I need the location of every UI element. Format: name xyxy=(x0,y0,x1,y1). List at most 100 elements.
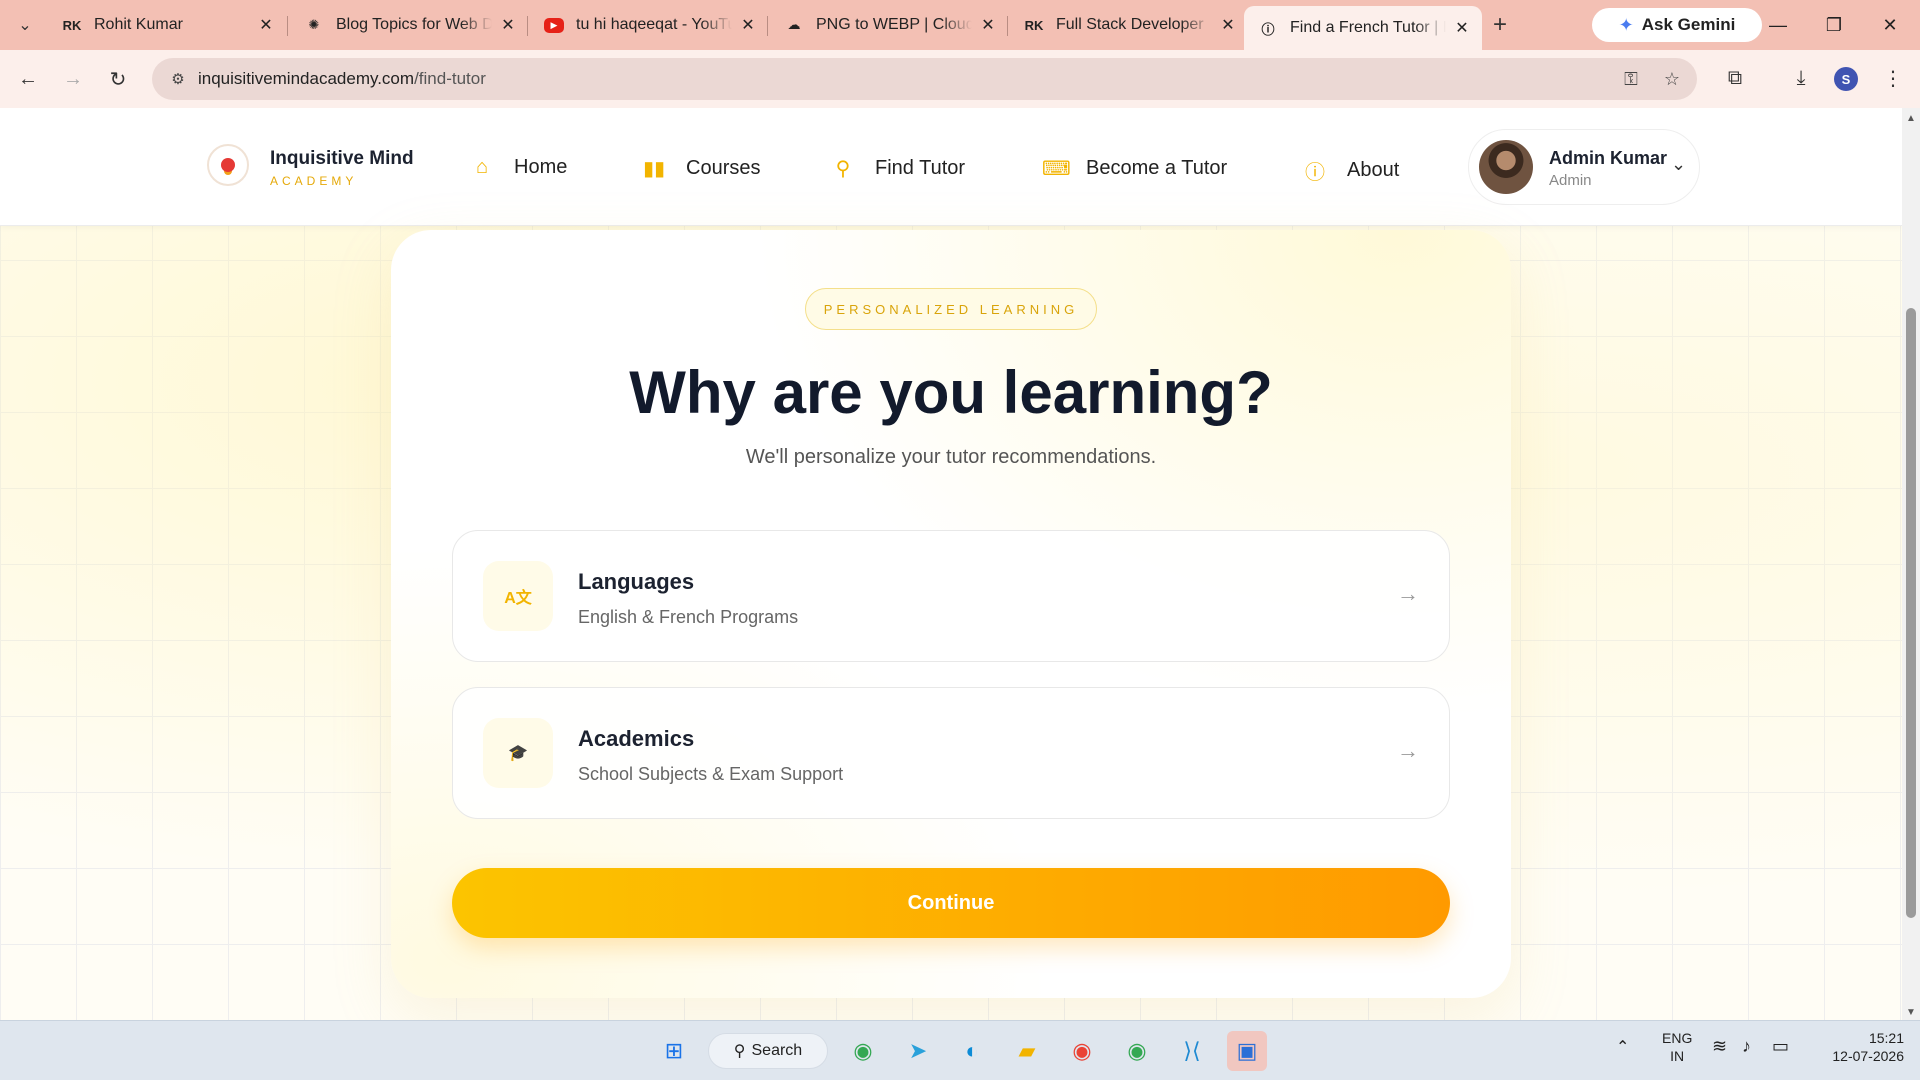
nav-label: Courses xyxy=(686,157,761,179)
tab-divider xyxy=(527,16,528,36)
tab-cloudconvert[interactable]: ☁ PNG to WEBP | CloudC ✕ xyxy=(770,8,1008,42)
nav-label: Become a Tutor xyxy=(1086,157,1228,179)
minimize-button[interactable]: — xyxy=(1750,0,1806,50)
site-logo[interactable] xyxy=(207,144,249,186)
close-icon[interactable]: ✕ xyxy=(978,15,998,35)
tab-title: Find a French Tutor | In xyxy=(1290,19,1446,36)
chrome-profile-icon[interactable]: ◉ xyxy=(1062,1031,1102,1071)
openai-icon: ✺ xyxy=(308,17,320,32)
clock-time: 15:21 xyxy=(1868,1030,1904,1046)
close-icon[interactable]: ✕ xyxy=(256,15,276,35)
purpose-card: PERSONALIZED LEARNING Why are you learni… xyxy=(391,230,1511,998)
ask-gemini-label: Ask Gemini xyxy=(1641,15,1736,34)
page-viewport: Inquisitive Mind ACADEMY ⌂ Home ▮▮ Cours… xyxy=(0,108,1902,1020)
edge-icon[interactable]: ◐ xyxy=(952,1031,992,1071)
search-icon: ⚲ xyxy=(835,158,851,180)
volume-icon[interactable]: ♪ xyxy=(1742,1037,1751,1055)
option-title: Academics xyxy=(578,726,695,751)
arrow-right-icon: → xyxy=(1397,581,1419,606)
url-text[interactable]: inquisitivemindacademy.com/find-tutor xyxy=(198,69,486,89)
close-icon[interactable]: ✕ xyxy=(1452,18,1472,38)
graduation-cap-icon: 🎓 xyxy=(483,718,553,788)
nav-label: Find Tutor xyxy=(875,157,966,179)
brand-name: Inquisitive Mind xyxy=(270,148,414,169)
url-domain: inquisitivemindacademy.com xyxy=(198,69,415,88)
page-title: Why are you learning? xyxy=(629,359,1273,426)
tray-overflow-icon[interactable]: ⌃ xyxy=(1616,1039,1629,1057)
profile-avatar[interactable]: S xyxy=(1834,67,1858,91)
teacher-icon: ⌨ xyxy=(1042,158,1071,180)
ask-gemini-button[interactable]: ✦ Ask Gemini xyxy=(1592,8,1762,42)
tab-search-button[interactable]: ⌄ xyxy=(12,10,38,40)
nav-home[interactable]: ⌂ Home xyxy=(470,156,567,179)
nav-find-tutor[interactable]: ⚲ Find Tutor xyxy=(831,156,965,181)
close-window-button[interactable]: ✕ xyxy=(1862,0,1918,50)
lang-bottom: IN xyxy=(1670,1048,1685,1064)
bookmark-star-icon[interactable]: ☆ xyxy=(1660,67,1684,91)
rk-favicon-icon: RK xyxy=(62,17,82,33)
restore-button[interactable]: ❐ xyxy=(1806,0,1862,50)
page-scrollbar[interactable]: ▲ ▼ xyxy=(1902,108,1920,1020)
close-icon[interactable]: ✕ xyxy=(498,15,518,35)
chrome-alt-icon[interactable]: ◉ xyxy=(1117,1031,1157,1071)
new-tab-button[interactable]: + xyxy=(1487,10,1513,40)
option-title: Languages xyxy=(578,569,695,594)
taskbar-search[interactable]: ⚲ Search xyxy=(708,1033,828,1069)
close-icon[interactable]: ✕ xyxy=(738,15,758,35)
close-icon[interactable]: ✕ xyxy=(1218,15,1238,35)
tab-rohit-kumar[interactable]: RK Rohit Kumar ✕ xyxy=(48,8,286,42)
menu-kebab-icon[interactable]: ⋮ xyxy=(1878,62,1908,94)
tab-title: PNG to WEBP | CloudC xyxy=(816,16,972,33)
telegram-icon[interactable]: ➤ xyxy=(898,1031,938,1071)
download-icon[interactable]: ⤓ xyxy=(1786,62,1816,94)
tab-blog-topics[interactable]: ✺ Blog Topics for Web D ✕ xyxy=(290,8,528,42)
brand-subtitle: ACADEMY xyxy=(270,174,358,188)
cloud-icon: ☁ xyxy=(787,17,801,32)
tab-title: Blog Topics for Web D xyxy=(336,16,492,33)
tab-find-tutor[interactable]: ⓘ Find a French Tutor | In ✕ xyxy=(1244,6,1482,50)
nav-label: About xyxy=(1347,159,1400,181)
password-key-icon[interactable]: ⚿ xyxy=(1619,67,1643,91)
nav-about[interactable]: ⓘ About xyxy=(1303,156,1399,185)
tab-divider xyxy=(287,16,288,36)
address-bar[interactable]: ⚙ inquisitivemindacademy.com/find-tutor … xyxy=(152,58,1697,100)
wifi-icon[interactable]: ≋ xyxy=(1712,1037,1727,1055)
windows-start-icon[interactable]: ⊞ xyxy=(654,1031,694,1071)
extensions-icon[interactable]: ⧉ xyxy=(1720,62,1750,94)
tab-youtube[interactable]: ▶ tu hi haqeeqat - YouTu ✕ xyxy=(530,8,768,42)
chrome-icon[interactable]: ◉ xyxy=(843,1031,883,1071)
tab-full-stack[interactable]: RK Full Stack Developer ✕ xyxy=(1010,8,1248,42)
clock-date: 12-07-2026 xyxy=(1832,1048,1904,1064)
taskbar-search-label: Search xyxy=(751,1042,803,1059)
scroll-up-icon[interactable]: ▲ xyxy=(1906,113,1916,124)
forward-icon[interactable]: → xyxy=(56,62,90,96)
scroll-down-icon[interactable]: ▼ xyxy=(1906,1007,1916,1018)
book-icon: ▮▮ xyxy=(642,158,665,180)
option-languages[interactable]: A文 Languages English & French Programs → xyxy=(452,530,1450,662)
nav-courses[interactable]: ▮▮ Courses xyxy=(642,156,761,181)
language-icon: A文 xyxy=(483,561,553,631)
youtube-icon: ▶ xyxy=(544,17,564,33)
clock[interactable]: 15:21 12-07-2026 xyxy=(1818,1029,1904,1065)
site-info-icon[interactable]: ⚙ xyxy=(158,70,198,88)
tab-title: Rohit Kumar xyxy=(94,16,183,33)
reload-icon[interactable]: ↻ xyxy=(101,62,135,96)
info-icon: ⓘ xyxy=(1305,162,1325,184)
vscode-icon[interactable]: ⟩⟨ xyxy=(1172,1031,1212,1071)
user-menu[interactable]: Admin Kumar Admin ⌄ xyxy=(1468,129,1700,205)
page-subtitle: We'll personalize your tutor recommendat… xyxy=(745,446,1157,468)
back-icon[interactable]: ← xyxy=(11,62,45,96)
continue-button[interactable]: Continue xyxy=(452,868,1450,938)
brand[interactable]: Inquisitive Mind ACADEMY xyxy=(270,148,414,188)
os-taskbar: ⊞ ⚲ Search ◉ ➤ ◐ ▰ ◉ ◉ ⟩⟨ ▣ ⌃ ENG IN ≋ ♪… xyxy=(0,1020,1920,1080)
battery-icon[interactable]: ▭ xyxy=(1772,1037,1789,1055)
lang-top: ENG xyxy=(1662,1030,1693,1046)
scrollbar-thumb[interactable] xyxy=(1906,308,1916,918)
option-academics[interactable]: 🎓 Academics School Subjects & Exam Suppo… xyxy=(452,687,1450,819)
photos-icon[interactable]: ▣ xyxy=(1227,1031,1267,1071)
language-indicator[interactable]: ENG IN xyxy=(1662,1029,1692,1065)
file-explorer-icon[interactable]: ▰ xyxy=(1007,1031,1047,1071)
user-role: Admin xyxy=(1549,172,1592,189)
site-favicon-icon: ⓘ xyxy=(1261,21,1275,37)
nav-become-tutor[interactable]: ⌨ Become a Tutor xyxy=(1042,156,1227,181)
